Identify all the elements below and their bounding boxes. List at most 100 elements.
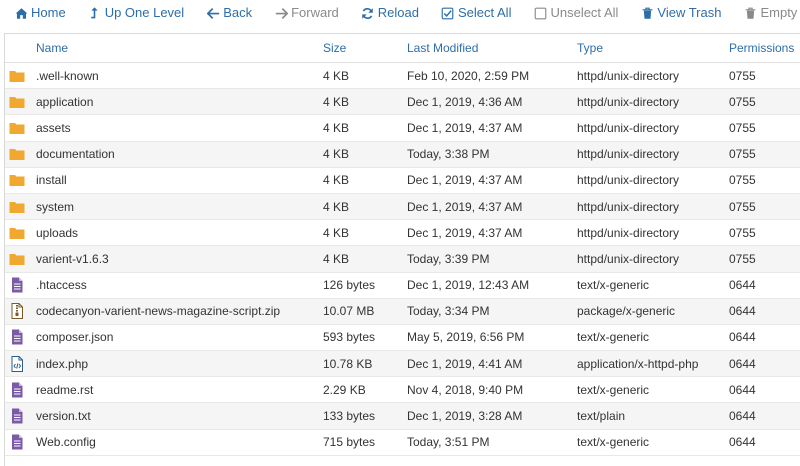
folder-icon — [9, 199, 25, 215]
checked-square-icon — [441, 6, 455, 20]
home-icon — [14, 6, 28, 20]
folder-icon — [9, 68, 25, 84]
file-last-modified: Feb 10, 2020, 2:59 PM — [407, 62, 577, 90]
view-trash-button[interactable]: View Trash — [640, 0, 721, 26]
file-size: 4 KB — [323, 62, 407, 90]
file-permissions: 0644 — [729, 324, 800, 352]
file-type: text/x-generic — [577, 429, 729, 456]
folder-icon — [9, 172, 25, 188]
file-icon-cell — [5, 402, 36, 430]
file-size: 4 KB — [323, 88, 407, 116]
file-permissions: 0644 — [729, 350, 800, 378]
folder-icon — [9, 146, 25, 162]
folder-icon — [9, 251, 25, 267]
table-row[interactable]: composer.json 593 bytes May 5, 2019, 6:56 … — [5, 324, 800, 352]
table-row[interactable]: index.php 10.78 KB Dec 1, 2019, 4:41 AM app… — [5, 350, 800, 378]
forward-button[interactable]: Forward — [274, 0, 339, 26]
file-icon-cell — [5, 193, 36, 221]
file-icon-cell — [5, 429, 36, 456]
file-name[interactable]: assets — [36, 114, 323, 142]
file-icon-cell — [5, 167, 36, 194]
file-name[interactable]: composer.json — [36, 324, 323, 352]
file-name[interactable]: documentation — [36, 141, 323, 168]
up-one-level-button[interactable]: Up One Level — [88, 0, 184, 26]
file-icon-cell — [5, 219, 36, 247]
table-row[interactable]: codecanyon-varient-news-magazine-script.… — [5, 298, 800, 325]
table-row[interactable]: Web.config 715 bytes Today, 3:51 PM text/x-… — [5, 429, 800, 456]
file-type: httpd/unix-directory — [577, 62, 729, 90]
file-last-modified: Dec 1, 2019, 4:37 AM — [407, 193, 577, 221]
arrow-left-icon — [206, 6, 220, 20]
select-all-button[interactable]: Select All — [441, 0, 511, 26]
table-row[interactable]: varient-v1.6.3 4 KB Today, 3:39 PM httpd/un… — [5, 245, 800, 273]
table-row[interactable]: version.txt 133 bytes Dec 1, 2019, 3:28 AM… — [5, 402, 800, 430]
file-type: httpd/unix-directory — [577, 88, 729, 116]
file-type: text/x-generic — [577, 272, 729, 299]
file-name[interactable]: readme.rst — [36, 376, 323, 404]
file-last-modified: Today, 3:39 PM — [407, 245, 577, 273]
table-row[interactable]: system 4 KB Dec 1, 2019, 4:37 AM httpd/unix… — [5, 193, 800, 221]
file-icon-cell — [5, 350, 36, 378]
text-file-icon — [9, 277, 25, 293]
file-icon-cell — [5, 324, 36, 352]
file-name[interactable]: Web.config — [36, 429, 323, 456]
file-permissions: 0755 — [729, 167, 800, 194]
refresh-icon — [361, 6, 375, 20]
select-all-label: Select All — [457, 5, 512, 20]
table-row[interactable]: readme.rst 2.29 KB Nov 4, 2018, 9:40 PM tex… — [5, 376, 800, 404]
file-last-modified: Dec 1, 2019, 4:37 AM — [407, 219, 577, 247]
table-row[interactable]: .well-known 4 KB Feb 10, 2020, 2:59 PM http… — [5, 62, 800, 90]
file-table-container: Name Size Last Modified Type Permissions… — [4, 33, 800, 466]
file-permissions: 0644 — [729, 272, 800, 299]
file-name[interactable]: system — [36, 193, 323, 221]
back-button[interactable]: Back — [206, 0, 252, 26]
file-name[interactable]: varient-v1.6.3 — [36, 245, 323, 273]
file-name[interactable]: install — [36, 167, 323, 194]
text-file-icon — [9, 382, 25, 398]
arrow-right-icon — [274, 6, 288, 20]
home-label: Home — [31, 5, 66, 20]
file-last-modified: Dec 1, 2019, 4:37 AM — [407, 114, 577, 142]
file-permissions: 0644 — [729, 298, 800, 325]
table-row[interactable]: install 4 KB Dec 1, 2019, 4:37 AM httpd/uni… — [5, 167, 800, 194]
file-type: package/x-generic — [577, 298, 729, 325]
file-size: 10.07 MB — [323, 298, 407, 325]
table-row[interactable]: uploads 4 KB Dec 1, 2019, 4:37 AM httpd/uni… — [5, 219, 800, 247]
file-icon-cell — [5, 298, 36, 325]
unselect-all-button[interactable]: Unselect All — [533, 0, 618, 26]
file-permissions: 0644 — [729, 402, 800, 430]
table-row[interactable]: application 4 KB Dec 1, 2019, 4:36 AM httpd… — [5, 88, 800, 116]
file-permissions: 0755 — [729, 88, 800, 116]
file-table: Name Size Last Modified Type Permissions… — [5, 34, 800, 456]
file-name[interactable]: .well-known — [36, 62, 323, 90]
file-permissions: 0755 — [729, 219, 800, 247]
file-permissions: 0755 — [729, 245, 800, 273]
header-type[interactable]: Type — [577, 34, 729, 63]
trash-empty-icon — [743, 6, 757, 20]
reload-label: Reload — [377, 5, 419, 20]
file-last-modified: Today, 3:38 PM — [407, 141, 577, 168]
file-name[interactable]: index.php — [36, 350, 323, 378]
file-size: 126 bytes — [323, 272, 407, 299]
home-button[interactable]: Home — [14, 0, 66, 26]
file-last-modified: Dec 1, 2019, 4:41 AM — [407, 350, 577, 378]
empty-trash-button[interactable]: Empty Trash — [743, 0, 800, 26]
header-size[interactable]: Size — [323, 34, 407, 63]
file-last-modified: May 5, 2019, 6:56 PM — [407, 324, 577, 352]
table-row[interactable]: .htaccess 126 bytes Dec 1, 2019, 12:43 AM t… — [5, 272, 800, 299]
header-name[interactable]: Name — [36, 34, 323, 63]
table-row[interactable]: assets 4 KB Dec 1, 2019, 4:37 AM httpd/unix… — [5, 114, 800, 142]
file-name[interactable]: .htaccess — [36, 272, 323, 299]
file-type: text/x-generic — [577, 376, 729, 404]
header-last-modified[interactable]: Last Modified — [407, 34, 577, 63]
reload-button[interactable]: Reload — [361, 0, 419, 26]
header-permissions[interactable]: Permissions — [729, 34, 800, 63]
file-name[interactable]: uploads — [36, 219, 323, 247]
file-name[interactable]: application — [36, 88, 323, 116]
file-permissions: 0644 — [729, 429, 800, 456]
trash-icon — [640, 6, 654, 20]
table-row[interactable]: documentation 4 KB Today, 3:38 PM httpd/uni… — [5, 141, 800, 168]
file-name[interactable]: version.txt — [36, 402, 323, 430]
file-name[interactable]: codecanyon-varient-news-magazine-script.… — [36, 298, 323, 325]
file-size: 133 bytes — [323, 402, 407, 430]
